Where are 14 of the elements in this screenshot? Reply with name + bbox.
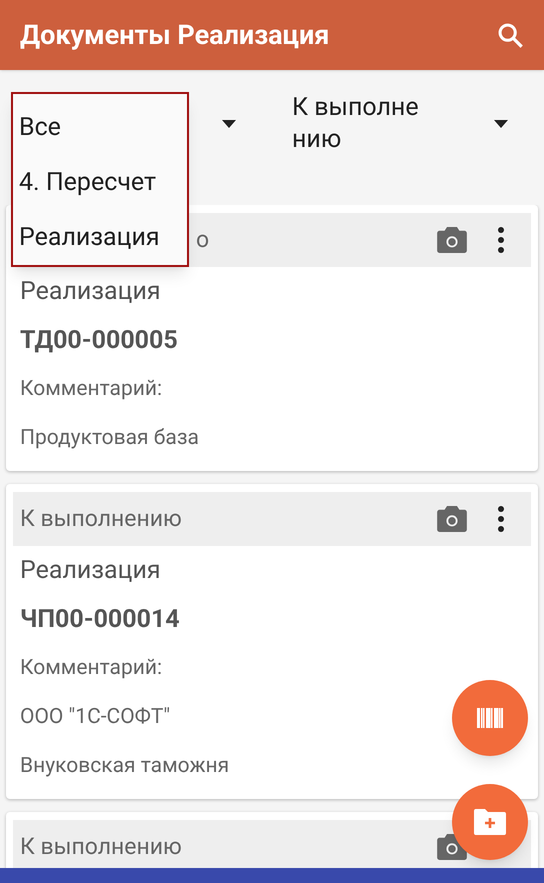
document-number: ТД00-000005 (20, 324, 178, 357)
filter-value: К выполнению (292, 92, 420, 156)
card-text: Комментарий: (20, 654, 162, 682)
document-type: Реализация (20, 554, 161, 587)
card-text: Комментарий: (20, 376, 162, 403)
app-title: Документы Реализация (20, 18, 330, 53)
card-text: Внуковская таможня (20, 752, 230, 780)
card-text: Продуктовая база (20, 424, 199, 452)
status-label: К выполнению (20, 504, 182, 534)
card-text: ООО "1С-СОФТ" (20, 704, 170, 731)
document-type: Реализация (20, 276, 161, 308)
status-label: К выполнению (20, 832, 182, 862)
status-label: о (196, 224, 210, 255)
document-number: ЧП00-000014 (20, 604, 180, 636)
